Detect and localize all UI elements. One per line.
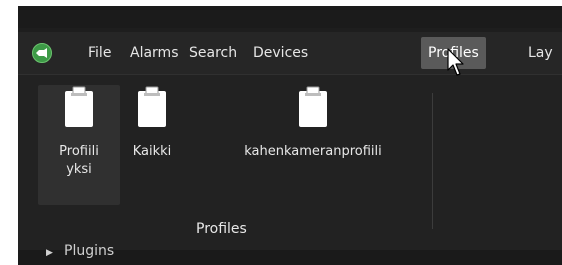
menu-search[interactable]: Search <box>189 37 237 69</box>
menu-alarms[interactable]: Alarms <box>130 37 179 69</box>
profile-label: Kaikki <box>132 144 172 159</box>
title-bar <box>18 6 562 28</box>
profile-button-kaikki[interactable]: Kaikki <box>126 85 178 205</box>
clipboard-icon <box>296 85 330 129</box>
mouse-cursor-icon <box>447 48 464 76</box>
profile-button-profiili-yksi[interactable]: Profiili yksi <box>38 85 120 205</box>
clipboard-icon <box>135 85 169 129</box>
app-logo-icon[interactable] <box>32 43 52 63</box>
ribbon-group-separator <box>432 93 433 229</box>
tree-item-label: Plugins <box>64 243 115 259</box>
profile-label: kahenkameranprofiili <box>244 144 382 159</box>
menu-layouts[interactable]: Lay <box>528 37 553 69</box>
app-window: File Alarms Search Devices Profiles Lay … <box>18 6 562 265</box>
menu-devices[interactable]: Devices <box>253 37 308 69</box>
expand-arrow-icon[interactable]: ▶ <box>46 248 53 258</box>
profile-label-line1: Profiili <box>59 144 99 159</box>
profile-label-line2: yksi <box>66 162 92 177</box>
menu-bar: File Alarms Search Devices Profiles Lay <box>18 32 562 74</box>
profiles-ribbon: Profiili yksi Kaikki kahenkameranprofiil… <box>18 74 562 251</box>
menu-file[interactable]: File <box>88 37 111 69</box>
clipboard-icon <box>62 85 96 129</box>
profile-button-kahenkameranprofiili[interactable]: kahenkameranprofiili <box>206 85 420 205</box>
ribbon-group-label: Profiles <box>196 221 247 237</box>
tree-item-plugins[interactable]: ▶ Plugins <box>18 243 562 265</box>
